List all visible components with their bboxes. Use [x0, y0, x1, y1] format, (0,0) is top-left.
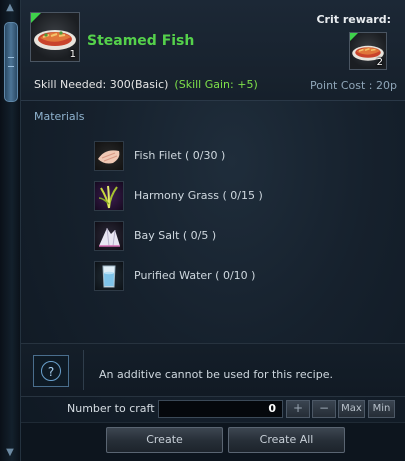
min-button[interactable]: Min	[368, 400, 395, 418]
materials-heading: Materials	[34, 110, 85, 123]
material-row-purified-water[interactable]: Purified Water ( 0/10 )	[94, 261, 354, 291]
material-row-fish-filet[interactable]: Fish Filet ( 0/30 )	[94, 141, 354, 171]
craft-quantity-row: Number to craft 0 + − Max Min	[21, 398, 405, 420]
additive-message: An additive cannot be used for this reci…	[99, 368, 333, 381]
recipe-panel: 1 Steamed Fish Crit reward: 2 Skill Need…	[21, 0, 405, 461]
scroll-down-icon[interactable]: ▼	[3, 448, 17, 458]
material-row-harmony-grass[interactable]: Harmony Grass ( 0/15 )	[94, 181, 354, 211]
max-button[interactable]: Max	[338, 400, 365, 418]
grip-icon	[8, 57, 14, 67]
scroll-thumb[interactable]	[4, 22, 18, 102]
divider	[83, 350, 84, 390]
purified-water-icon[interactable]	[94, 261, 124, 291]
item-name: Steamed Fish	[87, 33, 195, 49]
steamed-fish-icon[interactable]: 1	[30, 12, 80, 62]
scrollbar[interactable]: ▲ ▼	[0, 0, 21, 461]
item-count: 1	[69, 49, 76, 60]
increase-button[interactable]: +	[286, 400, 310, 418]
material-label: Bay Salt ( 0/5 )	[134, 229, 217, 242]
create-all-button[interactable]: Create All	[228, 427, 345, 453]
material-label: Fish Filet ( 0/30 )	[134, 149, 226, 162]
point-cost: Point Cost : 20p	[310, 79, 397, 92]
help-icon: ?	[41, 361, 61, 381]
harmony-grass-icon[interactable]	[94, 181, 124, 211]
material-row-bay-salt[interactable]: Bay Salt ( 0/5 )	[94, 221, 354, 251]
quality-corner-icon	[31, 13, 41, 23]
number-to-craft-label: Number to craft	[67, 402, 155, 415]
action-bar: Create Create All	[21, 422, 405, 461]
recipe-header: 1 Steamed Fish Crit reward: 2 Skill Need…	[21, 0, 405, 101]
crafting-window: ▲ ▼ 1 Steamed Fish Crit reward: 2 Skill …	[0, 0, 405, 461]
material-label: Purified Water ( 0/10 )	[134, 269, 256, 282]
quality-corner-icon	[350, 33, 358, 41]
create-button[interactable]: Create	[106, 427, 223, 453]
scroll-up-icon[interactable]: ▲	[3, 3, 17, 13]
fish-filet-icon[interactable]	[94, 141, 124, 171]
bay-salt-icon[interactable]	[94, 221, 124, 251]
crit-reward-label: Crit reward:	[316, 13, 391, 26]
skill-gain: (Skill Gain: +5)	[174, 78, 258, 91]
skill-requirement: Skill Needed: 300(Basic) (Skill Gain: +5)	[34, 78, 258, 91]
additive-slot[interactable]: ?	[33, 355, 69, 387]
crit-count: 2	[376, 57, 383, 68]
additive-section: ? An additive cannot be used for this re…	[21, 343, 405, 397]
crit-reward-icon[interactable]: 2	[349, 32, 387, 70]
craft-quantity-input[interactable]: 0	[158, 400, 283, 418]
skill-needed: Skill Needed: 300(Basic)	[34, 78, 169, 91]
decrease-button[interactable]: −	[312, 400, 336, 418]
material-label: Harmony Grass ( 0/15 )	[134, 189, 263, 202]
